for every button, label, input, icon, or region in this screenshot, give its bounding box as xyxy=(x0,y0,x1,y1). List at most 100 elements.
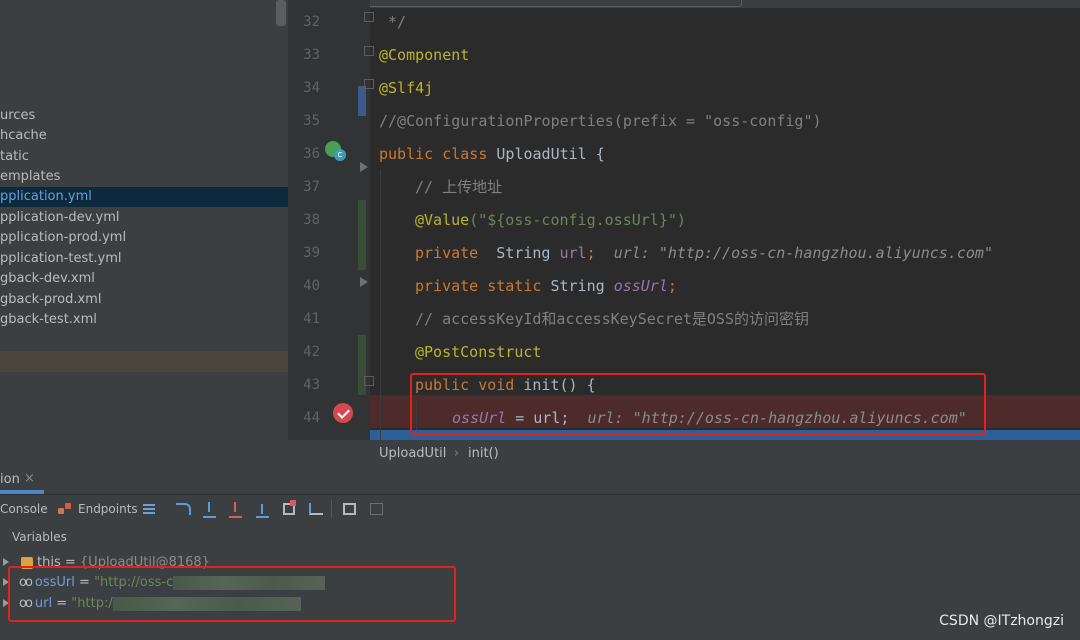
breadcrumb-method[interactable]: init() xyxy=(468,446,499,461)
fold-icon[interactable] xyxy=(364,46,374,56)
tree-item-label: hcache xyxy=(0,128,47,143)
evaluate-icon[interactable] xyxy=(343,503,356,515)
run-to-cursor-icon[interactable] xyxy=(309,503,323,515)
highlight-box xyxy=(410,373,986,435)
tree-item-static[interactable]: tatic xyxy=(0,147,288,167)
comment-text: //@ConfigurationProperties(prefix = "oss… xyxy=(379,112,822,130)
line-number: 39 xyxy=(303,245,320,261)
step-into-icon[interactable] xyxy=(203,502,216,518)
code-line-33: @Component xyxy=(379,39,469,72)
vcs-change-marker xyxy=(358,200,366,270)
breadcrumb-class[interactable]: UploadUtil xyxy=(379,446,446,461)
tree-highlight-strip xyxy=(0,351,288,372)
fold-icon[interactable] xyxy=(364,12,374,22)
annotation-text: @Slf4j xyxy=(379,79,434,97)
breakpoint-icon[interactable] xyxy=(333,403,353,423)
line-number: 44 xyxy=(303,410,320,426)
trace-icon[interactable] xyxy=(370,503,383,515)
field-text: url xyxy=(559,244,587,262)
annotation-text: @Value xyxy=(415,211,470,229)
line-number: 36 xyxy=(303,146,320,162)
tree-item-logback-prod[interactable]: gback-prod.xml xyxy=(0,290,288,310)
tree-item-label: pplication-prod.yml xyxy=(0,230,127,245)
string-text: ("${oss-config.ossUrl}") xyxy=(469,211,686,229)
vcs-change-marker xyxy=(358,335,366,395)
close-icon[interactable]: × xyxy=(24,471,35,486)
annotation-text: @PostConstruct xyxy=(415,343,542,361)
code-line-42: @PostConstruct xyxy=(415,336,541,369)
tree-item-logback-test[interactable]: gback-test.xml xyxy=(0,310,288,330)
debug-panel: ion × Console Endpoints Variables this =… xyxy=(0,466,1080,640)
type-text: String xyxy=(550,277,614,295)
tree-item-application-yml[interactable]: pplication.yml xyxy=(0,187,288,207)
endpoints-tab[interactable]: Endpoints xyxy=(78,502,138,516)
code-line-40: private static String ossUrl; xyxy=(415,270,677,303)
comment-text: */ xyxy=(379,13,407,31)
line-number: 34 xyxy=(303,80,320,96)
tree-item-application-dev[interactable]: pplication-dev.yml xyxy=(0,208,288,228)
line-number: 42 xyxy=(303,344,320,360)
tree-item-label: urces xyxy=(0,108,36,123)
code-line-36: public class UploadUtil { xyxy=(379,138,605,171)
toolbar-divider xyxy=(331,500,332,518)
tree-item-templates[interactable]: emplates xyxy=(0,167,288,187)
watermark: CSDN @ITzhongzi xyxy=(939,613,1064,629)
keyword-text: private static xyxy=(415,277,551,295)
class-name-text: UploadUtil { xyxy=(496,145,605,163)
drop-frame-icon[interactable] xyxy=(283,500,296,515)
vcs-change-marker xyxy=(358,86,366,116)
step-out-icon[interactable] xyxy=(256,502,269,518)
active-tab-underline xyxy=(0,490,44,494)
tree-item-application-test[interactable]: pplication-test.yml xyxy=(0,249,288,269)
tree-scrollbar[interactable] xyxy=(276,0,286,26)
tree-item-label: pplication.yml xyxy=(0,189,92,204)
line-number: 43 xyxy=(303,377,320,393)
code-line-37: // 上传地址 xyxy=(415,171,502,204)
type-text: String xyxy=(496,244,560,262)
inline-value-hint: url: "http://oss-cn-hangzhou.aliyuncs.co… xyxy=(613,244,993,262)
breadcrumb: UploadUtil › init() xyxy=(288,440,1080,468)
fold-icon[interactable] xyxy=(364,79,374,89)
project-tree-panel: urces hcache tatic emplates pplication.y… xyxy=(0,0,288,466)
comment-text: // 上传地址 xyxy=(415,178,503,196)
class-c-icon: c xyxy=(334,149,346,161)
tree-item-application-prod[interactable]: pplication-prod.yml xyxy=(0,228,288,248)
tab-debug[interactable]: ion xyxy=(0,472,20,487)
menu-icon[interactable] xyxy=(143,504,155,506)
line-number: 37 xyxy=(303,179,320,195)
debug-tab-bar xyxy=(0,466,1080,495)
line-number: 32 xyxy=(303,14,320,30)
expand-arrow-icon[interactable] xyxy=(360,162,368,172)
line-number: 38 xyxy=(303,212,320,228)
tree-item-ehcache[interactable]: hcache xyxy=(0,126,288,146)
tree-item-label: pplication-test.yml xyxy=(0,251,122,266)
code-line-32: */ xyxy=(379,6,406,39)
tree-item-resources[interactable]: urces xyxy=(0,106,288,126)
expand-arrow-icon[interactable] xyxy=(3,558,9,566)
tree-item-label: pplication-dev.yml xyxy=(0,210,120,225)
line-number: 40 xyxy=(303,278,320,294)
semicolon-text: ; xyxy=(586,244,614,262)
console-tab[interactable]: Console xyxy=(0,502,48,516)
semicolon-text: ; xyxy=(667,277,677,295)
step-over-icon[interactable] xyxy=(176,503,191,515)
line-number: 33 xyxy=(303,47,320,63)
comment-text: // accessKeyId和accessKeySecret是OSS的访问密钥 xyxy=(415,310,809,328)
annotation-text: @Component xyxy=(379,46,470,64)
code-line-39: private String url; url: "http://oss-cn-… xyxy=(415,237,993,270)
static-field-text: ossUrl xyxy=(613,277,668,295)
code-line-34: @Slf4j xyxy=(379,72,433,105)
breadcrumb-separator: › xyxy=(454,446,460,461)
expand-arrow-icon[interactable] xyxy=(360,277,368,287)
force-step-into-icon[interactable] xyxy=(229,502,242,518)
debug-toolbar xyxy=(0,495,1080,525)
code-line-38: @Value("${oss-config.ossUrl}") xyxy=(415,204,686,237)
tree-item-label: gback-test.xml xyxy=(0,312,97,327)
highlight-box xyxy=(8,566,456,622)
tree-item-label: emplates xyxy=(0,169,61,184)
tree-item-logback-dev[interactable]: gback-dev.xml xyxy=(0,269,288,289)
fold-icon[interactable] xyxy=(364,376,374,386)
keyword-text: public class xyxy=(379,145,497,163)
endpoints-icon xyxy=(58,503,72,515)
tree-item-label: gback-dev.xml xyxy=(0,271,95,286)
